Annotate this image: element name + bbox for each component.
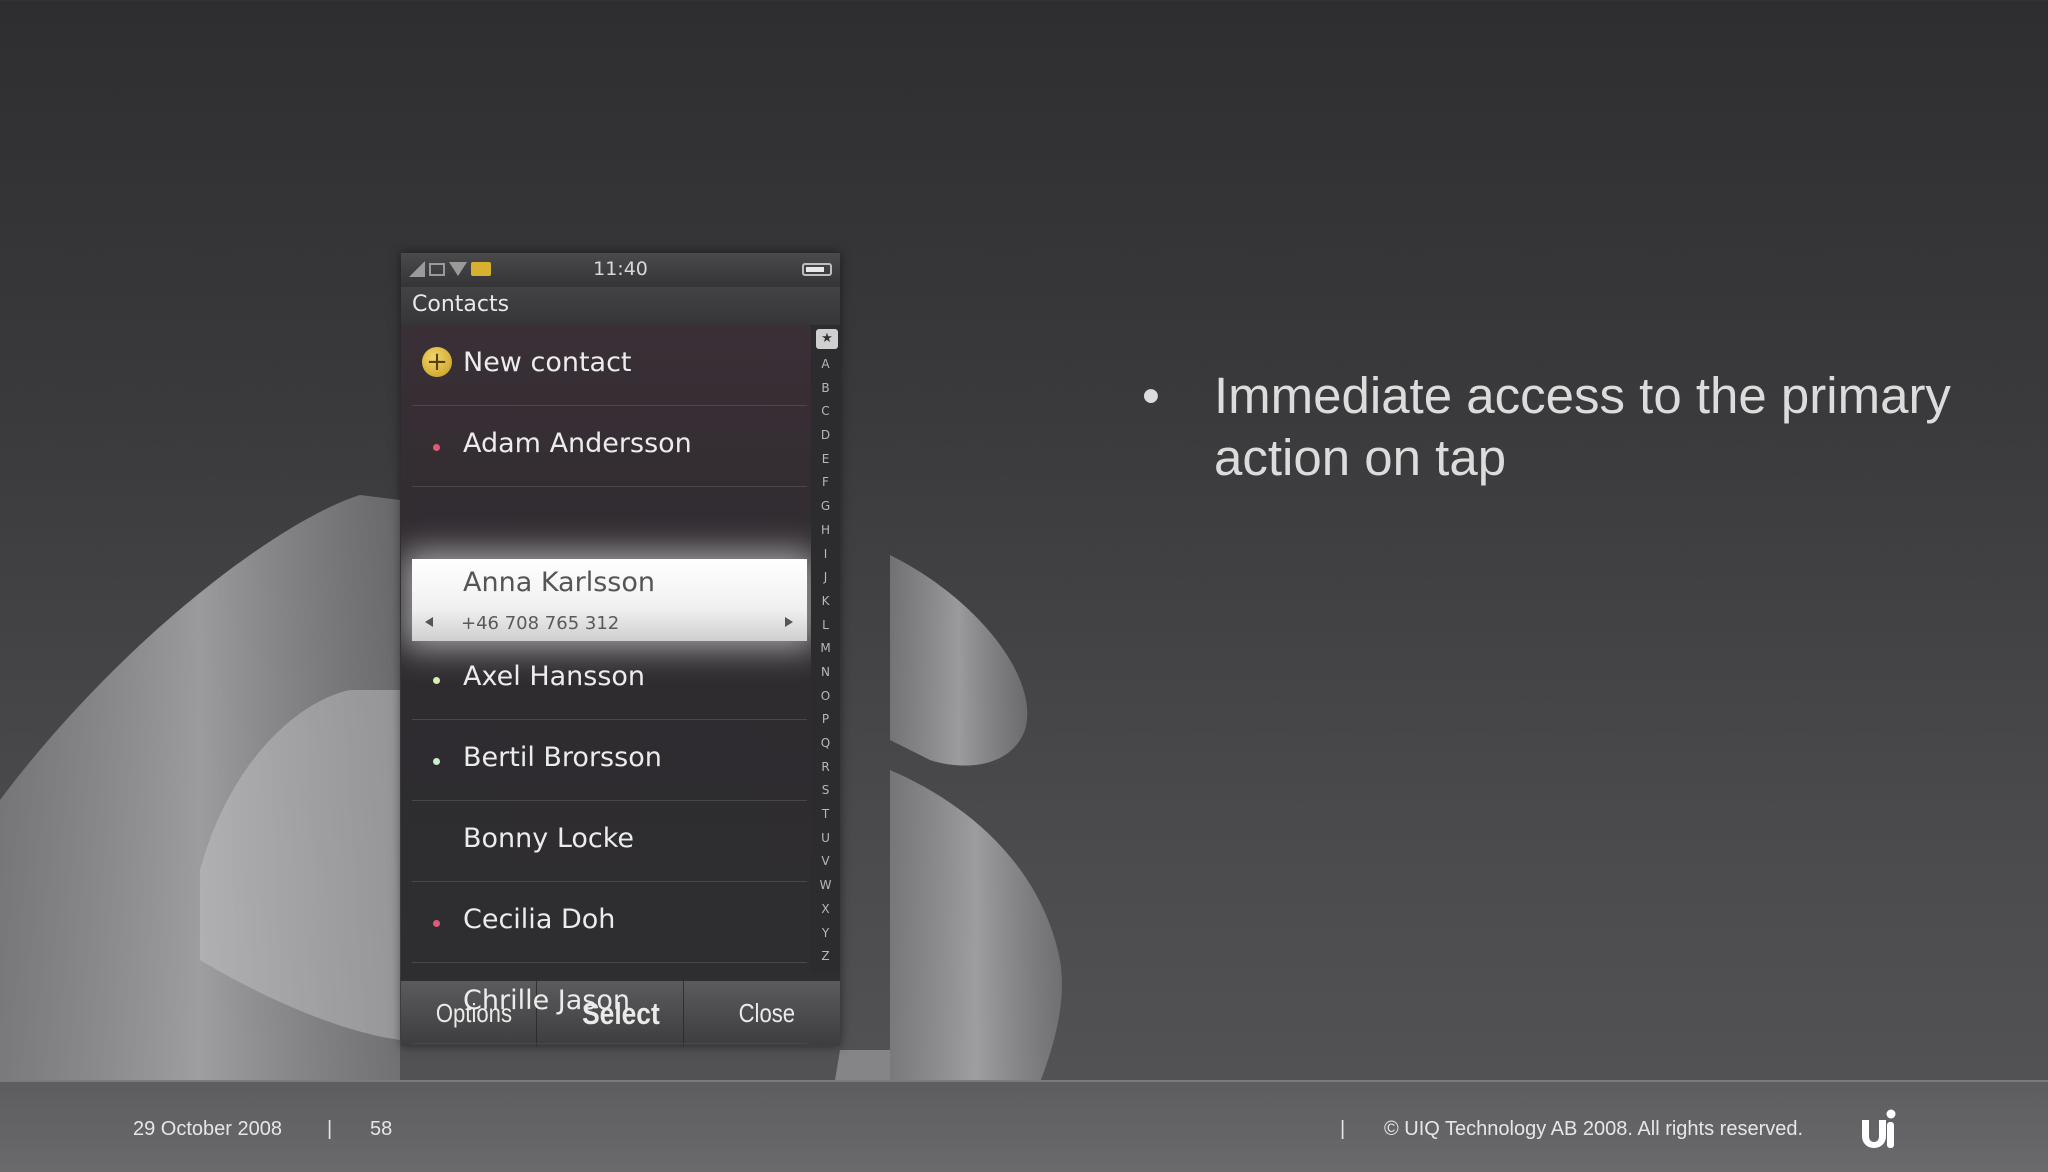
alphabet-index[interactable]: ★ ABCDEFGHIJKLMNOPQRSTUVWXYZ	[811, 325, 840, 973]
contact-name: Cecilia Doh	[463, 904, 616, 935]
index-letter-t[interactable]: T	[811, 803, 840, 827]
index-letter-s[interactable]: S	[811, 779, 840, 803]
contact-number: +46 708 765 312	[461, 613, 620, 634]
star-icon[interactable]: ★	[816, 329, 838, 349]
status-bar: 11:40	[401, 253, 840, 287]
index-letter-l[interactable]: L	[811, 614, 840, 638]
index-letter-d[interactable]: D	[811, 424, 840, 448]
index-letter-o[interactable]: O	[811, 685, 840, 709]
contact-name: New contact	[463, 347, 632, 378]
index-letter-v[interactable]: V	[811, 850, 840, 874]
options-button[interactable]: Options	[412, 981, 537, 1046]
index-letter-m[interactable]: M	[811, 637, 840, 661]
index-letter-z[interactable]: Z	[811, 945, 840, 969]
index-letter-b[interactable]: B	[811, 377, 840, 401]
contact-name: Axel Hansson	[463, 661, 646, 692]
battery-icon	[802, 263, 832, 276]
index-letter-f[interactable]: F	[811, 471, 840, 495]
softkey-bar: Options Select Close	[401, 981, 840, 1046]
selected-contact-item[interactable]: Anna Karlsson +46 708 765 312	[412, 559, 807, 641]
close-button[interactable]: Close	[705, 981, 829, 1046]
index-letter-r[interactable]: R	[811, 756, 840, 780]
footer-date: 29 October 2008	[133, 1118, 282, 1140]
phone-screen: 11:40 Contacts + New contact Adam Anders…	[401, 253, 840, 1046]
add-icon: +	[422, 347, 452, 377]
uiq-logo-icon	[1862, 1109, 1896, 1148]
list-item[interactable]	[412, 963, 807, 973]
index-letter-e[interactable]: E	[811, 448, 840, 472]
index-letter-w[interactable]: W	[811, 874, 840, 898]
index-letter-q[interactable]: Q	[811, 732, 840, 756]
index-letter-u[interactable]: U	[811, 827, 840, 851]
list-item[interactable]: Bertil Brorsson	[412, 720, 807, 801]
page-number: 58	[370, 1118, 393, 1140]
list-item[interactable]: Adam Andersson	[412, 406, 807, 487]
index-letter-n[interactable]: N	[811, 661, 840, 685]
status-time: 11:40	[593, 258, 648, 280]
footer-copyright: © UIQ Technology AB 2008. All rights res…	[1384, 1118, 1804, 1140]
index-letter-a[interactable]: A	[811, 353, 840, 377]
index-letter-j[interactable]: J	[811, 566, 840, 590]
arrow-right-icon[interactable]	[785, 617, 793, 627]
footer-separator: |	[327, 1118, 333, 1140]
bullet-marker: •	[1142, 367, 1160, 424]
index-letter-p[interactable]: P	[811, 708, 840, 732]
index-letter-i[interactable]: I	[811, 543, 840, 567]
presence-icon	[433, 677, 440, 684]
contact-list[interactable]: + New contact Adam Andersson Axel Hansso…	[401, 325, 811, 973]
select-button[interactable]: Select	[559, 981, 684, 1046]
presence-icon	[433, 920, 440, 927]
contact-name: Bertil Brorsson	[463, 742, 662, 773]
list-item[interactable]: Cecilia Doh	[412, 882, 807, 963]
contact-name: Adam Andersson	[463, 428, 692, 459]
presence-icon	[433, 444, 440, 451]
list-item[interactable]: Bonny Locke	[412, 801, 807, 882]
footer-separator: |	[1340, 1118, 1346, 1140]
index-letter-k[interactable]: K	[811, 590, 840, 614]
index-letter-g[interactable]: G	[811, 495, 840, 519]
index-letter-x[interactable]: X	[811, 898, 840, 922]
index-letter-h[interactable]: H	[811, 519, 840, 543]
contact-name: Anna Karlsson	[463, 567, 655, 598]
list-item[interactable]: Axel Hansson	[412, 639, 807, 720]
bullet-text: Immediate access to the primary action o…	[1214, 367, 1951, 486]
index-letter-y[interactable]: Y	[811, 922, 840, 946]
new-contact-item[interactable]: + New contact	[412, 325, 807, 406]
presence-icon	[433, 758, 440, 765]
arrow-left-icon[interactable]	[425, 617, 433, 627]
index-letter-c[interactable]: C	[811, 400, 840, 424]
hand-illustration	[0, 495, 1062, 1170]
app-title: Contacts	[401, 287, 840, 325]
contact-name: Bonny Locke	[463, 823, 635, 854]
slide-footer: 29 October 2008 | 58 | © UIQ Technology …	[0, 1080, 2048, 1172]
